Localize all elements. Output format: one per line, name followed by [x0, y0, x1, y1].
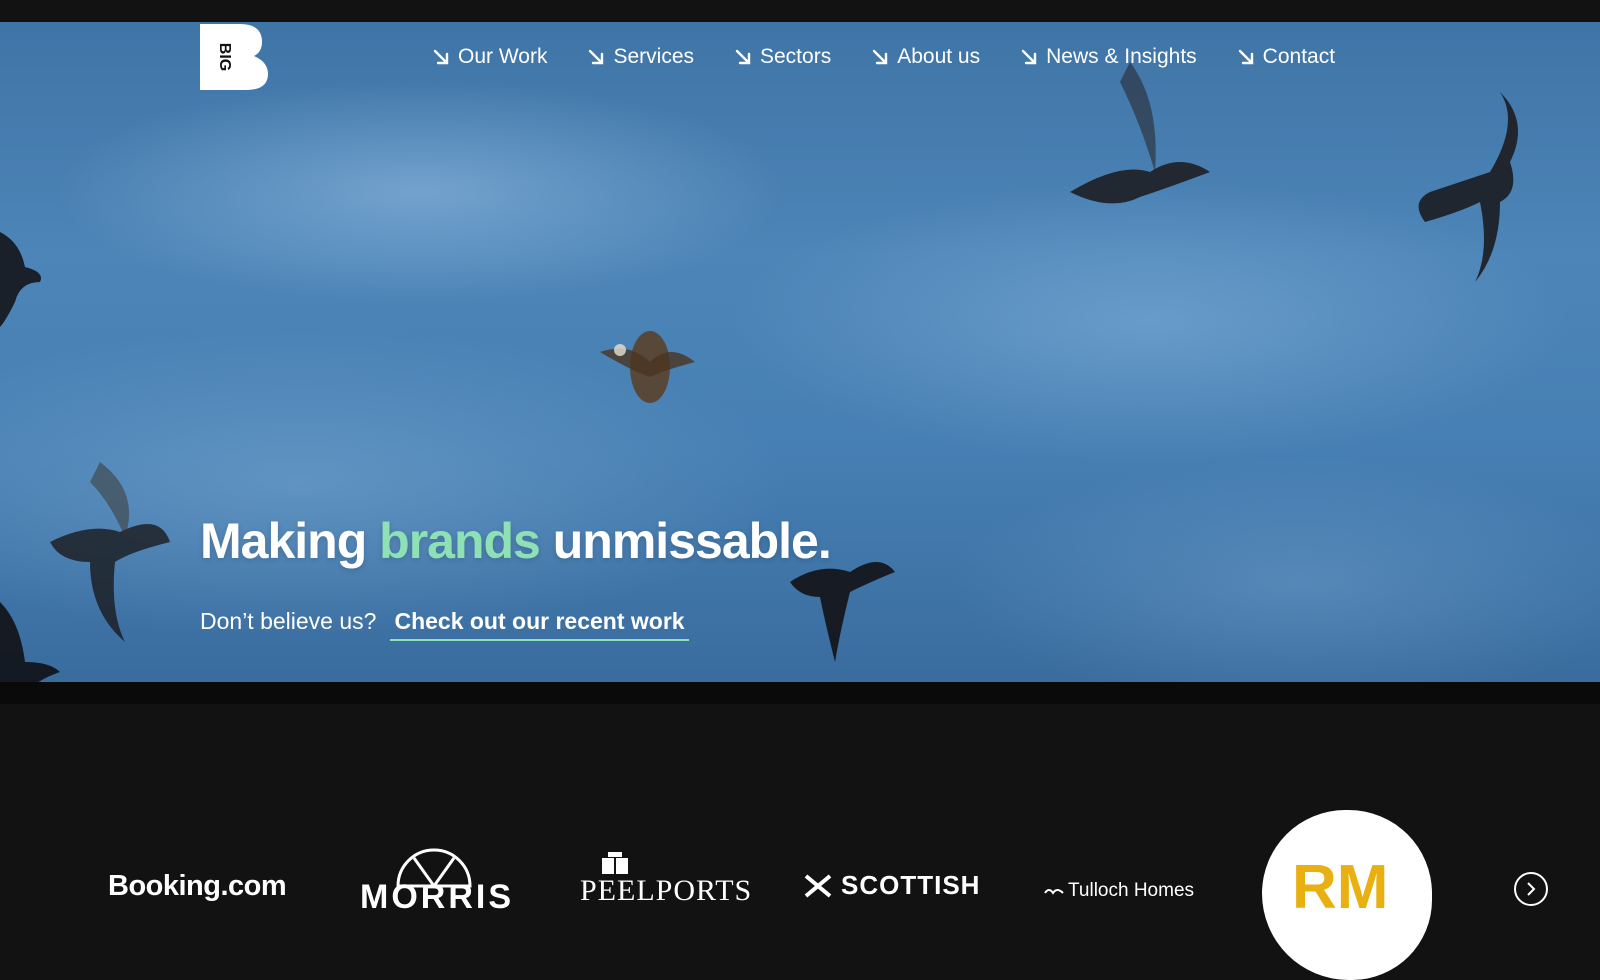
client-logo-booking: Booking.com [108, 870, 287, 902]
hero-headline: Making brands unmissable. [200, 512, 832, 570]
main-navigation: Our Work Services Sectors About us News … [432, 42, 1335, 72]
arrow-down-right-icon [873, 49, 888, 65]
nav-item-label: About us [897, 45, 981, 68]
big-logo[interactable]: BIG [200, 24, 268, 90]
top-bar [0, 0, 1600, 22]
bird-decoration [0, 602, 60, 682]
hero-bottom-bar [0, 682, 1600, 704]
client-logo-tulloch: Tulloch Homes [1044, 880, 1194, 902]
nav-item-label: News & Insights [1046, 45, 1197, 68]
nav-item-label: Services [613, 45, 694, 68]
peel-ports-emblem-icon [602, 852, 628, 874]
nav-item-label: Our Work [458, 45, 548, 68]
peel-ports-text: PEELPORTS [580, 874, 753, 907]
bird-decoration [1418, 92, 1518, 282]
client-logo-rm: RM [1262, 810, 1432, 980]
nav-item-news-insights[interactable]: News & Insights [1020, 45, 1197, 69]
morris-text: MORRIS [360, 878, 514, 916]
arrow-down-right-icon [1238, 49, 1253, 65]
logo-text: BIG [216, 43, 233, 71]
nav-item-our-work[interactable]: Our Work [432, 45, 547, 69]
arrow-down-right-icon [589, 49, 604, 65]
nav-item-label: Contact [1262, 45, 1336, 68]
scottish-text: SCOTTISH [841, 870, 981, 900]
saltire-icon [804, 873, 832, 898]
client-logo-scottish: SCOTTISH [803, 870, 980, 901]
arrow-down-right-icon [433, 49, 449, 65]
nav-item-services[interactable]: Services [587, 45, 694, 69]
nav-item-label: Sectors [760, 45, 832, 68]
nav-item-sectors[interactable]: Sectors [734, 45, 831, 69]
subline-prefix: Don’t believe us? [200, 608, 377, 634]
headline-accent: brands [379, 513, 541, 569]
headline-part-2: unmissable. [552, 513, 832, 569]
recent-work-link[interactable]: Check out our recent work [390, 608, 689, 641]
bird-decoration [0, 232, 41, 327]
hero-video [0, 22, 1600, 682]
tulloch-wave-icon [1044, 889, 1064, 895]
hero-subline: Don’t believe us? Check out our recent w… [200, 608, 689, 641]
nav-item-contact[interactable]: Contact [1237, 45, 1335, 69]
arrow-down-right-icon [1021, 49, 1037, 65]
headline-part-1: Making [200, 513, 367, 569]
tulloch-text: Tulloch Homes [1068, 880, 1195, 901]
nav-item-about-us[interactable]: About us [871, 45, 980, 69]
bird-decoration [600, 331, 695, 403]
arrow-down-right-icon [735, 49, 751, 65]
rm-text: RM [1292, 853, 1389, 922]
chevron-right-icon [1527, 882, 1536, 896]
carousel-next-button[interactable] [1514, 872, 1548, 906]
